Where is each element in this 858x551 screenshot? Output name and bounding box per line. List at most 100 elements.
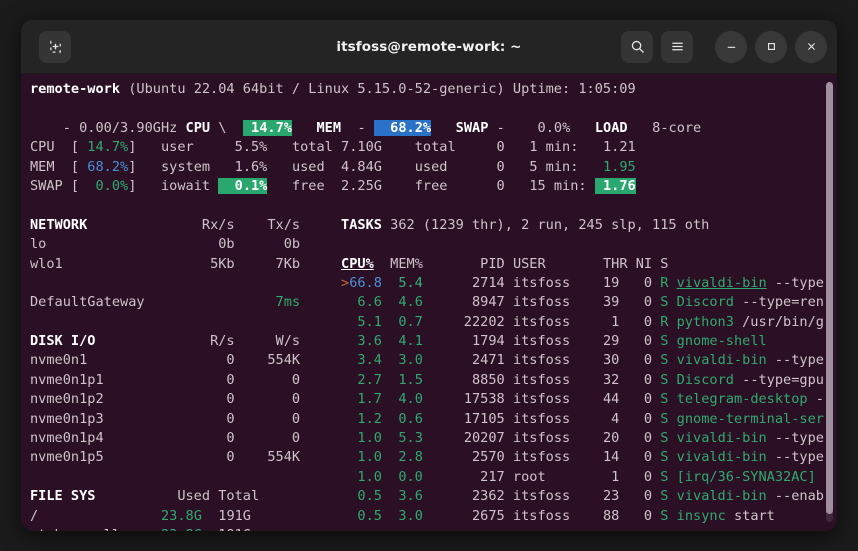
maximize-button[interactable] — [755, 30, 787, 63]
disk-io-row-name-nvme0n1p2: nvme0n1p2 — [30, 391, 178, 408]
mem-dash: - — [357, 119, 366, 136]
row-marker-blank — [341, 372, 349, 388]
process-thr-2471: 30 — [594, 352, 620, 369]
cpu-detail-label-user: user — [160, 139, 219, 156]
process-row-2471[interactable]: nvme0n1 0 554K 3.4 3.0 2471 itsfoss 30 0… — [30, 351, 837, 370]
process-command-22202: python3 — [676, 313, 734, 330]
disk-io-row-r-nvme0n1p5: 0 — [177, 449, 235, 466]
process-user-8850: itsfoss — [512, 371, 595, 388]
process-row-22202[interactable]: 5.1 0.7 22202 itsfoss 1 0 R python3 /usr… — [30, 313, 837, 332]
load-row-value-0: 1.21 — [594, 139, 636, 156]
file-sys-col-total: Total — [210, 488, 260, 505]
process-pid-8947: 8947 — [439, 294, 505, 311]
gateway-latency-value: 7ms — [234, 294, 301, 311]
process-cpu-22202: 5.1 — [349, 313, 382, 330]
process-args-2570: --type — [766, 449, 824, 466]
process-cpu-17538: 1.7 — [349, 391, 382, 408]
process-ni-2570: 0 — [619, 449, 653, 466]
gauge-value-swap: 0.0% — [79, 177, 129, 194]
process-thr-17105: 4 — [594, 410, 620, 427]
file-sys-row-name: / — [30, 507, 137, 524]
process-command-8947: Discord — [676, 294, 734, 311]
process-args-2675: start — [725, 507, 775, 524]
process-pid-17538: 17538 — [439, 391, 505, 408]
process-user-20207: itsfoss — [512, 430, 595, 447]
gauge-label-swap: SWAP — [30, 177, 71, 194]
process-cpu-17105: 1.2 — [349, 410, 382, 427]
swap-row-label-used: used — [414, 158, 456, 175]
process-row-8850[interactable]: nvme0n1p1 0 0 2.7 1.5 8850 itsfoss 32 0 … — [30, 371, 837, 390]
swap-row-label-total: total — [414, 139, 456, 156]
process-command-2471: vivaldi-bin — [676, 352, 767, 369]
swap-dash: - — [496, 119, 505, 136]
process-row-2362[interactable]: FILE SYS Used Total 0.5 3.6 2362 itsfoss… — [30, 487, 837, 506]
minimize-button[interactable] — [715, 30, 747, 63]
disk-io-row-w-nvme0n1p2: 0 — [234, 391, 301, 408]
tasks-title: TASKS — [341, 216, 382, 233]
cell-gap — [382, 352, 398, 368]
process-args-2471: --type — [766, 352, 824, 369]
process-row-2570[interactable]: nvme0n1p5 0 554K 1.0 2.8 2570 itsfoss 14… — [30, 448, 837, 467]
gauge-label-mem: MEM — [30, 158, 71, 175]
process-row-20207[interactable]: nvme0n1p4 0 0 1.0 5.3 20207 itsfoss 20 0… — [30, 429, 837, 448]
gauge-value-mem: 68.2% — [79, 158, 129, 175]
process-mem-17105: 0.6 — [398, 410, 440, 427]
process-mem-2714: 5.4 — [398, 274, 440, 291]
process-thr-2675: 88 — [594, 507, 620, 524]
process-args-22202: /usr/bin/g — [733, 313, 824, 330]
disk-io-row-w-nvme0n1p5: 554K — [234, 449, 301, 466]
process-row-2714[interactable]: >66.8 5.4 2714 itsfoss 19 0 R vivaldi-bi… — [30, 274, 837, 293]
bracket-close: ] — [128, 177, 137, 194]
hamburger-menu-icon — [671, 42, 683, 51]
close-button[interactable] — [795, 30, 827, 63]
terminal-content-area[interactable]: remote-work (Ubuntu 22.04 64bit / Linux … — [21, 74, 837, 531]
process-cpu-8850: 2.7 — [349, 371, 382, 388]
resource-row: SWAP [ 0.0%] iowait 0.1% free 2.25G free… — [30, 177, 837, 196]
process-mem-2570: 2.8 — [398, 449, 440, 466]
terminal-line-2: wlo1 5Kb 7Kb CPU% MEM% PID USER THR NI S — [30, 255, 837, 274]
new-tab-icon — [49, 40, 61, 53]
process-user-2675: itsfoss — [512, 507, 595, 524]
process-ni-17105: 0 — [619, 410, 653, 427]
swap-row-value-free: 0 — [455, 177, 505, 194]
gauge-label-cpu: CPU — [30, 139, 71, 156]
disk-io-row-r-nvme0n1: 0 — [177, 352, 235, 369]
disk-io-row-r-nvme0n1p1: 0 — [177, 371, 235, 388]
mem-row-label-used: used — [291, 158, 333, 175]
search-button[interactable] — [621, 30, 653, 63]
minimize-icon — [727, 46, 735, 48]
process-pid-2471: 2471 — [439, 352, 505, 369]
process-row-1794[interactable]: DISK I/O R/s W/s 3.6 4.1 1794 itsfoss 29… — [30, 332, 837, 351]
process-row-2675[interactable]: / 23.8G 191G 0.5 3.0 2675 itsfoss 88 0 S… — [30, 507, 837, 526]
selected-row-marker: > — [341, 274, 350, 291]
process-pid-1794: 1794 — [439, 333, 505, 350]
process-row-17538[interactable]: nvme0n1p2 0 0 1.7 4.0 17538 itsfoss 44 0… — [30, 390, 837, 409]
process-row-8947[interactable]: DefaultGateway 7ms 6.6 4.6 8947 itsfoss … — [30, 293, 837, 312]
disk-io-col-r: R/s — [177, 333, 235, 350]
menu-button[interactable] — [661, 30, 693, 63]
process-state-2471: S — [660, 352, 669, 369]
process-row-217[interactable]: 1.0 0.0 217 root 1 0 S [irq/36-SYNA32AC] — [30, 468, 837, 487]
process-thr-217: 1 — [594, 468, 620, 485]
cell-gap — [382, 391, 398, 407]
cell-gap — [382, 411, 398, 427]
row-marker-blank — [341, 314, 349, 330]
process-args-8947: --type=ren — [733, 294, 824, 311]
process-mem-1794: 4.1 — [398, 333, 440, 350]
process-ni-20207: 0 — [619, 430, 653, 447]
cpu-detail-label-iowait: iowait — [160, 177, 219, 194]
cell-gap — [382, 488, 398, 504]
terminal-line-1: lo 0b 0b — [30, 235, 837, 254]
process-pid-2675: 2675 — [439, 507, 505, 524]
process-row-17105[interactable]: nvme0n1p3 0 0 1.2 0.6 17105 itsfoss 4 0 … — [30, 410, 837, 429]
terminal-scrollbar[interactable] — [826, 82, 833, 522]
new-tab-button[interactable] — [39, 30, 71, 63]
window-titlebar: itsfoss@remote-work: ~ — [21, 20, 837, 74]
file-sys-row-total: 191G — [201, 507, 251, 524]
terminal-scrollbar-thumb[interactable] — [826, 82, 833, 514]
process-mem-217: 0.0 — [398, 468, 440, 485]
process-pid-17105: 17105 — [439, 410, 505, 427]
process-user-17105: itsfoss — [512, 410, 595, 427]
row-marker-blank — [341, 352, 349, 368]
process-cpu-1794: 3.6 — [349, 333, 382, 350]
